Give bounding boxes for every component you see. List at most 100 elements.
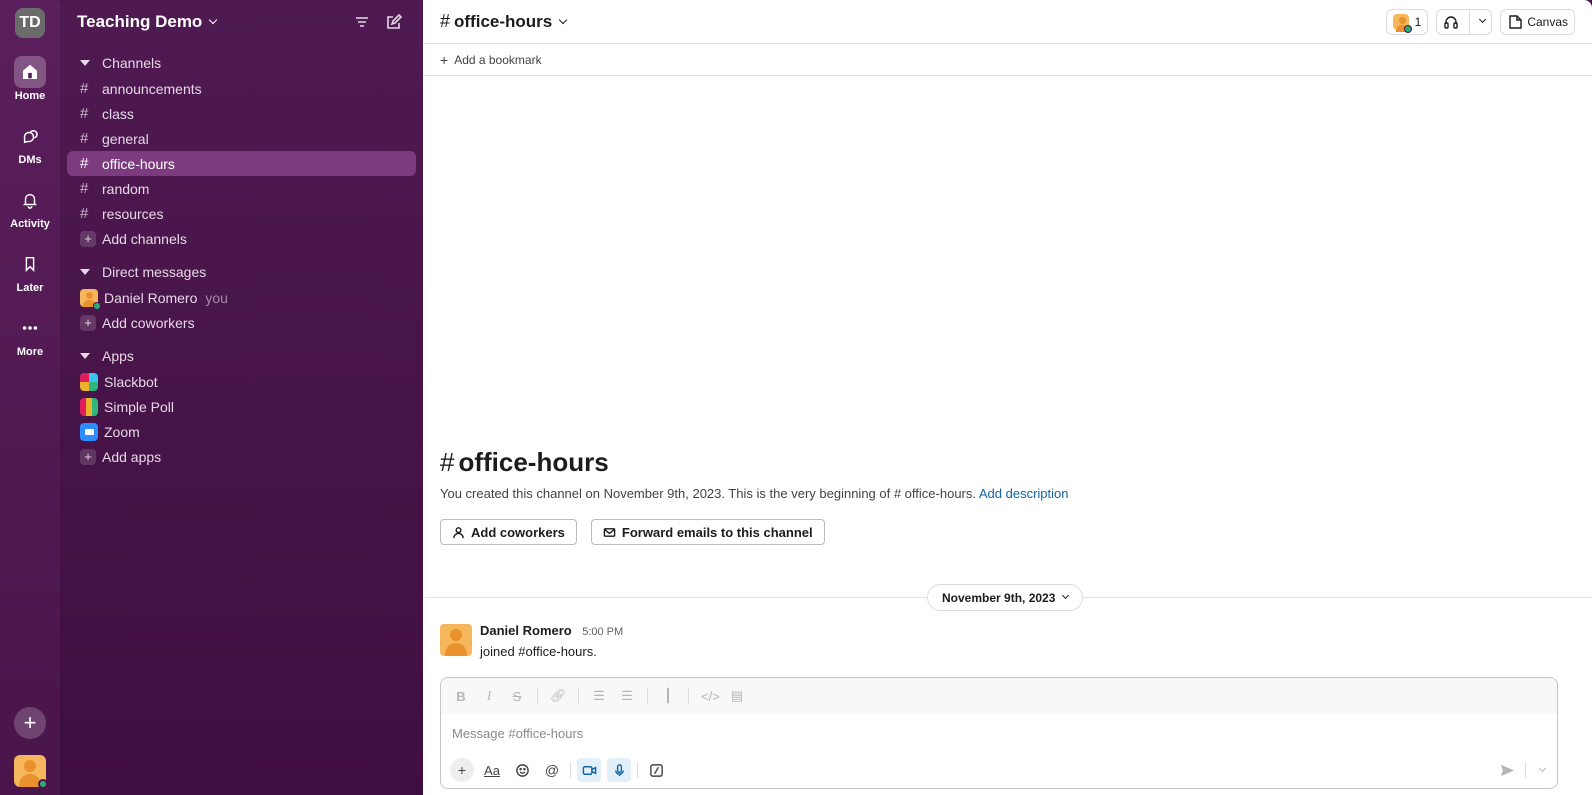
create-new-button[interactable]: + — [14, 707, 46, 739]
avatar[interactable] — [440, 624, 472, 656]
add-description-link[interactable]: Add description — [979, 486, 1069, 501]
add-channels-button[interactable]: + Add channels — [67, 226, 416, 251]
rail-later[interactable]: Later — [14, 248, 46, 294]
audio-clip-button[interactable] — [607, 758, 631, 782]
caret-down-icon — [80, 269, 90, 275]
dms-section-title: Direct messages — [102, 264, 207, 280]
plus-icon: + — [440, 51, 449, 68]
forward-emails-button[interactable]: Forward emails to this channel — [590, 519, 825, 545]
compose-button[interactable] — [382, 10, 406, 34]
sidebar-app-zoom[interactable]: Zoom — [67, 419, 416, 444]
rail-home[interactable]: Home — [14, 56, 46, 102]
sidebar-channel-class[interactable]: # class — [67, 101, 416, 126]
huddle-options-button[interactable] — [1469, 9, 1491, 34]
bulleted-list-icon[interactable]: ☰ — [619, 688, 635, 704]
avatar — [80, 288, 101, 310]
message-author[interactable]: Daniel Romero — [480, 623, 572, 638]
workspace-menu-button[interactable]: Teaching Demo — [77, 12, 342, 32]
date-jump-button[interactable]: November 9th, 2023 — [927, 584, 1084, 611]
sidebar-dm-daniel-romero[interactable]: Daniel Romero you — [67, 285, 416, 310]
add-coworkers-sidebar-button[interactable]: + Add coworkers — [67, 310, 416, 335]
message-body: Daniel Romero 5:00 PM joined #office-hou… — [480, 622, 623, 659]
code-block-icon[interactable]: ▤ — [729, 688, 745, 704]
blockquote-icon[interactable]: ┃ — [660, 688, 676, 704]
rail-later-label: Later — [16, 282, 44, 294]
hash-icon: # — [440, 447, 455, 477]
sidebar-app-simple-poll[interactable]: Simple Poll — [67, 394, 416, 419]
canvas-button[interactable]: Canvas — [1500, 8, 1575, 35]
dms-section-toggle[interactable]: Direct messages — [60, 259, 423, 285]
filter-icon — [356, 17, 368, 27]
caret-down-icon — [80, 353, 90, 359]
formatting-toggle-button[interactable]: Aa — [480, 758, 504, 782]
slash-command-icon — [649, 763, 663, 777]
sidebar-channel-office-hours[interactable]: # office-hours — [67, 151, 416, 176]
sidebar-app-slackbot[interactable]: Slackbot — [67, 369, 416, 394]
filter-button[interactable] — [350, 10, 374, 34]
apps-section-toggle[interactable]: Apps — [60, 343, 423, 369]
channels-section-title: Channels — [102, 55, 162, 71]
channel-label: general — [102, 130, 149, 147]
chevron-down-icon — [209, 15, 218, 25]
person-icon — [453, 526, 464, 538]
simple-poll-icon — [80, 397, 98, 416]
user-profile-button[interactable] — [14, 755, 48, 789]
zoom-icon — [80, 422, 98, 441]
plus-icon: + — [457, 762, 467, 778]
video-clip-button[interactable] — [577, 758, 601, 782]
toolbar-divider — [1525, 762, 1526, 778]
channel-label: random — [102, 180, 150, 197]
channel-label: office-hours — [102, 155, 175, 172]
channels-section-toggle[interactable]: Channels — [60, 50, 423, 76]
bold-icon[interactable]: B — [453, 689, 469, 704]
app-label: Zoom — [104, 423, 140, 440]
channel-title: office-hours — [454, 11, 553, 31]
sidebar-channel-resources[interactable]: # resources — [67, 201, 416, 226]
workspace-rail: TD Home DMs Activity Later More + — [0, 0, 60, 795]
sidebar-channel-general[interactable]: # general — [67, 126, 416, 151]
attach-button[interactable]: + — [450, 758, 474, 782]
sidebar-channel-announcements[interactable]: # announcements — [67, 76, 416, 101]
add-bookmark-button[interactable]: + Add a bookmark — [440, 52, 542, 68]
member-avatar-icon — [1392, 13, 1412, 33]
workspace-switcher[interactable]: TD — [15, 8, 45, 38]
channel-intro: # office-hours You created this channel … — [440, 447, 1069, 545]
strikethrough-icon[interactable]: S — [509, 689, 525, 704]
add-coworkers-button[interactable]: Add coworkers — [440, 519, 577, 545]
date-label: November 9th, 2023 — [942, 590, 1056, 605]
rail-dms-label: DMs — [18, 154, 42, 166]
rail-more[interactable]: More — [14, 312, 46, 358]
link-icon[interactable]: 🔗︎ — [550, 688, 567, 704]
message-input[interactable]: Message #office-hours — [441, 714, 1557, 752]
composer-tools: + Aa @ — [441, 752, 1557, 788]
chevron-down-icon — [1479, 15, 1487, 24]
channel-name-button[interactable]: # office-hours — [440, 11, 1378, 32]
member-count: 1 — [1414, 14, 1422, 29]
italic-icon[interactable]: I — [481, 688, 497, 704]
rail-activity[interactable]: Activity — [10, 184, 50, 230]
members-button[interactable]: 1 — [1385, 8, 1429, 35]
toolbar-divider — [578, 688, 579, 704]
huddle-button[interactable] — [1437, 14, 1465, 30]
you-label: you — [205, 289, 228, 306]
plus-icon: + — [80, 314, 96, 331]
emoji-button[interactable] — [510, 758, 534, 782]
code-icon[interactable]: </> — [701, 689, 720, 704]
toolbar-divider — [570, 762, 571, 778]
hash-icon: # — [80, 155, 89, 172]
rail-dms[interactable]: DMs — [14, 120, 46, 166]
apps-section-title: Apps — [102, 348, 134, 364]
send-controls — [1500, 762, 1547, 778]
send-button[interactable] — [1500, 763, 1515, 778]
mention-button[interactable]: @ — [540, 758, 564, 782]
message-timestamp[interactable]: 5:00 PM — [582, 626, 623, 638]
add-apps-button[interactable]: + Add apps — [67, 444, 416, 469]
hash-icon: # — [440, 11, 451, 31]
add-apps-label: Add apps — [102, 448, 162, 465]
sidebar-channel-random[interactable]: # random — [67, 176, 416, 201]
message-text: joined #office-hours. — [480, 644, 597, 659]
shortcuts-button[interactable] — [644, 758, 668, 782]
ordered-list-icon[interactable]: ☰ — [591, 688, 607, 704]
schedule-send-chevron-icon[interactable] — [1538, 764, 1547, 772]
channel-label: class — [102, 105, 134, 122]
